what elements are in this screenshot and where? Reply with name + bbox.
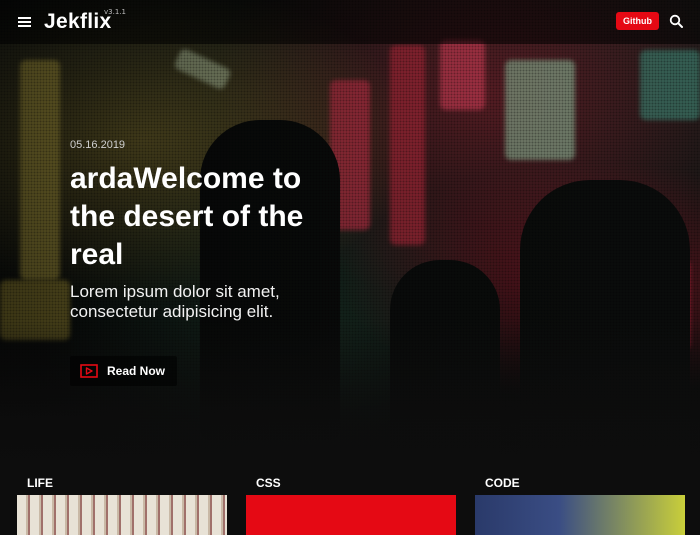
brand-logo[interactable]: Jekflix (44, 10, 111, 34)
post-title[interactable]: ardaWelcome to the desert of the real (70, 160, 340, 274)
read-now-button[interactable]: Read Now (70, 356, 178, 386)
hamburger-icon[interactable] (18, 16, 32, 28)
category-life: LIFE (17, 474, 227, 535)
category-title[interactable]: LIFE (27, 474, 227, 492)
post-thumbnail[interactable] (246, 495, 456, 535)
version-label: v3.1.1 (104, 8, 126, 16)
post-subtitle: Lorem ipsum dolor sit amet, consectetur … (70, 282, 280, 321)
category-css: CSS (246, 474, 456, 535)
category-title[interactable]: CODE (485, 474, 685, 492)
github-button[interactable]: Github (616, 12, 659, 30)
category-code: CODE (475, 474, 685, 535)
post-thumbnail[interactable] (17, 495, 227, 535)
play-icon (80, 364, 98, 378)
category-title[interactable]: CSS (256, 474, 456, 492)
post-date: 05.16.2019 (70, 139, 126, 151)
post-thumbnail[interactable] (475, 495, 685, 535)
navbar: Jekflix v3.1.1 Github (0, 0, 700, 44)
read-now-label: Read Now (107, 364, 166, 378)
search-icon[interactable] (669, 14, 683, 28)
